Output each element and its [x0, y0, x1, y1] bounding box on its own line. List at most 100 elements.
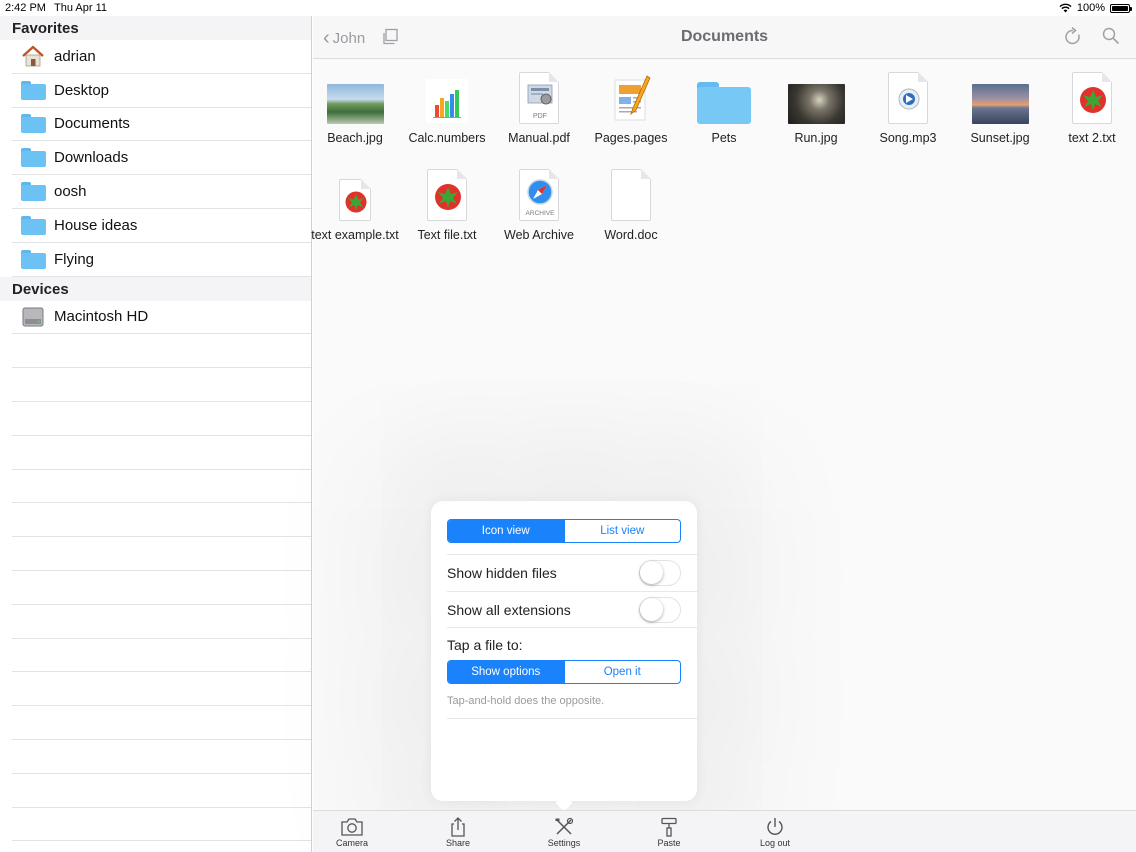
sidebar-item-downloads[interactable]: Downloads: [12, 141, 312, 176]
empty-row: [12, 503, 312, 538]
toolbar-label: Paste: [657, 838, 681, 848]
sidebar-item-flying[interactable]: Flying: [12, 243, 312, 277]
sidebar-item-desktop[interactable]: Desktop: [12, 74, 312, 108]
sidebar-item-oosh[interactable]: oosh: [12, 175, 312, 209]
toolbar-label: Log out: [759, 838, 791, 848]
refresh-icon[interactable]: [1064, 26, 1082, 52]
sidebar-item-label: adrian: [54, 47, 96, 65]
show-all-extensions-toggle[interactable]: [639, 597, 681, 623]
empty-row: [12, 774, 312, 808]
archive-badge: ARCHIVE: [525, 210, 555, 217]
share-button[interactable]: Share: [423, 817, 493, 848]
open-it-segment[interactable]: Open it: [563, 661, 681, 683]
file-item-beach[interactable]: Beach.jpg: [309, 66, 401, 145]
file-item-text-example[interactable]: text example.txt: [309, 163, 401, 242]
share-icon: [451, 817, 465, 837]
empty-row: [12, 402, 312, 436]
favorites-header: Favorites: [0, 16, 312, 40]
battery-percent: 100%: [1076, 2, 1105, 14]
pdf-icon: PDF: [519, 72, 559, 124]
hard-drive-icon: [20, 306, 46, 328]
camera-button[interactable]: Camera: [317, 817, 387, 848]
file-name: Manual.pdf: [508, 131, 570, 145]
file-name: text example.txt: [311, 228, 399, 242]
text-file-icon: [339, 179, 371, 221]
numbers-chart-icon: [426, 79, 468, 123]
folder-icon: [20, 79, 46, 101]
empty-row: [12, 571, 312, 605]
empty-row: [12, 470, 312, 504]
tap-file-label: Tap a file to:: [447, 637, 523, 653]
file-item-run[interactable]: Run.jpg: [770, 66, 862, 145]
sidebar-item-label: Flying: [54, 250, 95, 268]
file-name: Text file.txt: [417, 228, 477, 242]
sidebar-item-label: Desktop: [54, 81, 110, 99]
empty-row: [12, 436, 312, 470]
tools-icon: [555, 817, 574, 835]
page-title: Documents: [680, 28, 769, 45]
file-item-web-archive[interactable]: ARCHIVE Web Archive: [493, 163, 585, 242]
sidebar-item-documents[interactable]: Documents: [12, 108, 312, 142]
empty-row: [12, 368, 312, 402]
show-all-extensions-label: Show all extensions: [447, 601, 571, 618]
file-item-text-file[interactable]: Text file.txt: [401, 163, 493, 242]
camera-icon: [341, 818, 363, 836]
file-name: Run.jpg: [794, 131, 838, 145]
blank-document-icon: [611, 169, 651, 221]
empty-row: [12, 740, 312, 774]
file-item-sunset[interactable]: Sunset.jpg: [954, 66, 1046, 145]
folder-icon: [20, 181, 46, 203]
list-view-segment[interactable]: List view: [563, 520, 681, 542]
sidebar-item-label: Documents: [54, 115, 130, 133]
file-item-text-2[interactable]: text 2.txt: [1046, 66, 1136, 145]
tap-action-segmented-control: Show options Open it: [447, 660, 681, 684]
empty-row: [12, 808, 312, 842]
file-item-manual-pdf[interactable]: PDF Manual.pdf: [493, 66, 585, 145]
file-item-pets-folder[interactable]: Pets: [678, 66, 770, 145]
view-mode-segmented-control: Icon view List view: [447, 519, 681, 543]
tap-hold-hint: Tap-and-hold does the opposite.: [447, 695, 605, 707]
file-item-word-doc[interactable]: Word.doc: [585, 163, 677, 242]
settings-popover: Icon view List view Show hidden files Sh…: [431, 501, 697, 812]
folder-icon: [20, 248, 46, 270]
file-item-song-mp3[interactable]: Song.mp3: [862, 66, 954, 145]
file-item-calc-numbers[interactable]: Calc.numbers: [401, 66, 493, 145]
divider: [447, 627, 697, 628]
search-icon[interactable]: [1102, 27, 1120, 50]
audio-file-icon: [888, 72, 928, 124]
file-name: Song.mp3: [879, 131, 937, 145]
folder-icon: [20, 214, 46, 236]
paste-button[interactable]: Paste: [634, 817, 704, 848]
run-photo-thumbnail: [787, 84, 845, 124]
empty-row: [12, 334, 312, 369]
logout-button[interactable]: Log out: [740, 817, 810, 848]
toolbar-label: Share: [445, 838, 471, 848]
file-name: Word.doc: [604, 228, 658, 242]
downloads-folder-icon: [20, 147, 46, 169]
file-name: text 2.txt: [1068, 131, 1116, 145]
pages-icon: [614, 75, 651, 121]
toolbar-label: Camera: [335, 838, 368, 848]
home-icon: [20, 45, 46, 67]
settings-button[interactable]: Settings: [529, 817, 599, 848]
sidebar: Favorites adrian Desktop Documents Downl…: [0, 16, 312, 852]
icon-view-segment[interactable]: Icon view: [448, 520, 564, 542]
status-date: Thu Apr 11: [54, 2, 107, 14]
file-name: Web Archive: [504, 228, 574, 242]
toolbar-label: Settings: [547, 838, 581, 848]
sidebar-item-label: oosh: [54, 183, 87, 201]
empty-row: [12, 639, 312, 673]
nav-bar: ‹ John Documents: [313, 16, 1136, 59]
show-options-segment[interactable]: Show options: [448, 661, 564, 683]
file-item-pages[interactable]: Pages.pages: [585, 66, 677, 145]
status-time: 2:42 PM: [5, 2, 46, 14]
sidebar-item-macintosh-hd[interactable]: Macintosh HD: [12, 301, 312, 335]
empty-row: [12, 706, 312, 740]
file-name: Sunset.jpg: [970, 131, 1030, 145]
show-hidden-files-toggle[interactable]: [639, 560, 681, 586]
sidebar-item-house-ideas[interactable]: House ideas: [12, 209, 312, 243]
sidebar-item-adrian[interactable]: adrian: [12, 40, 312, 74]
sidebar-item-label: Downloads: [54, 149, 129, 167]
status-right: 100%: [1059, 2, 1132, 14]
devices-header: Devices: [0, 276, 312, 301]
